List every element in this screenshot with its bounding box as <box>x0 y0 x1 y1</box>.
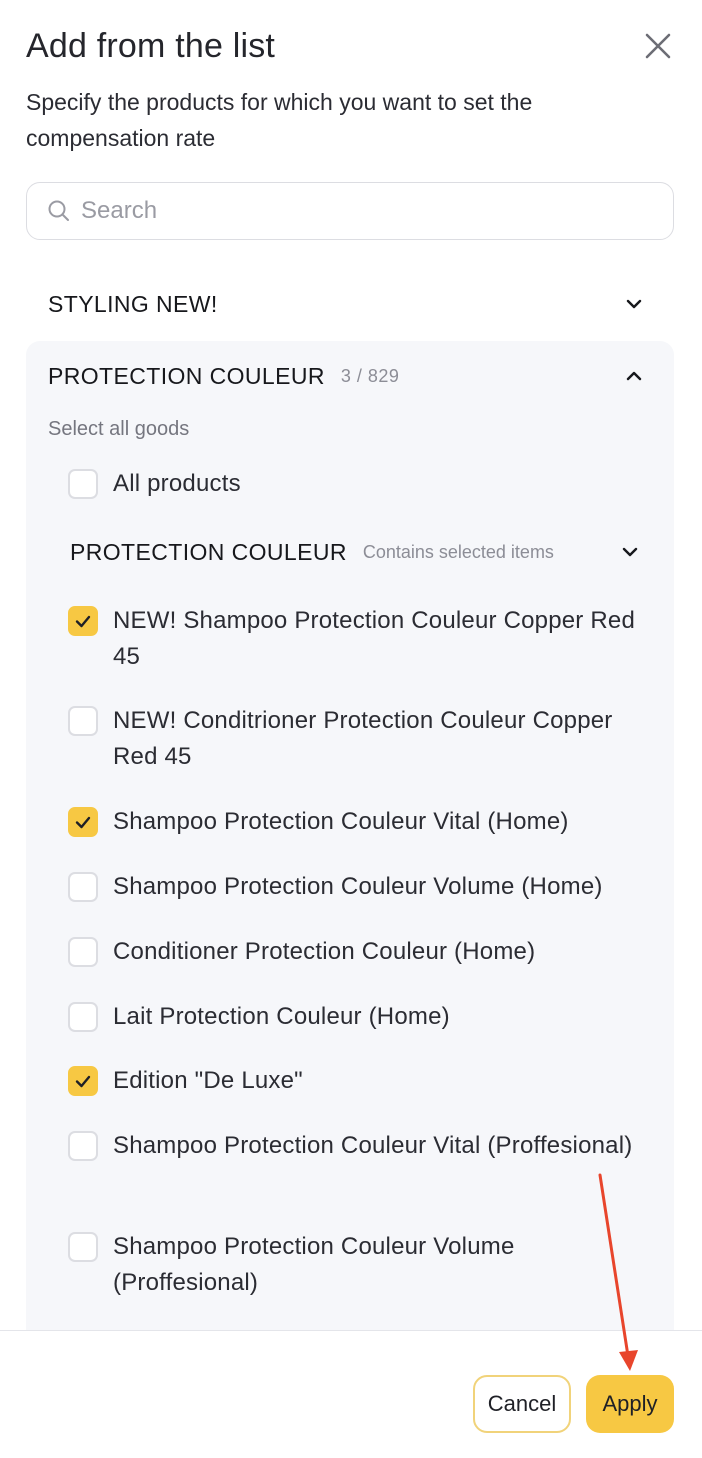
chevron-up-icon <box>626 371 642 381</box>
checkbox[interactable] <box>68 937 98 967</box>
selected-count: 3 / 829 <box>340 365 400 386</box>
checkbox[interactable] <box>68 1066 98 1096</box>
dialog-footer: Cancel Apply <box>0 1330 702 1458</box>
search-field[interactable] <box>26 182 674 240</box>
product-label: Shampoo Protection Couleur Volume (Proff… <box>113 1233 515 1296</box>
group-styling-new[interactable]: STYLING NEW! <box>26 274 674 334</box>
product-label: Shampoo Protection Couleur Vital (Proffe… <box>113 1132 633 1159</box>
product-label: Edition "De Luxe" <box>113 1067 303 1094</box>
chevron-down-icon <box>626 299 642 309</box>
group-protection-couleur[interactable]: PROTECTION COULEUR 3 / 829 <box>26 346 674 406</box>
product-label: Shampoo Protection Couleur Vital (Home) <box>113 808 569 835</box>
product-label: Conditioner Protection Couleur (Home) <box>113 938 536 965</box>
product-label: Lait Protection Couleur (Home) <box>113 1003 450 1030</box>
close-button[interactable] <box>640 28 676 64</box>
product-item[interactable]: Edition "De Luxe" <box>68 1066 658 1099</box>
subgroup-protection-couleur[interactable]: PROTECTION COULEUR Contains selected ite… <box>70 530 660 574</box>
check-icon <box>75 816 91 829</box>
chevron-down-icon <box>622 547 638 557</box>
select-all-label: Select all goods <box>48 418 190 440</box>
subgroup-note: Contains selected items <box>362 541 554 562</box>
product-label: NEW! Conditrioner Protection Couleur Cop… <box>113 707 613 770</box>
product-label: NEW! Shampoo Protection Couleur Copper R… <box>113 607 635 670</box>
dialog-subtitle: Specify the products for which you want … <box>26 89 533 151</box>
product-item[interactable]: Lait Protection Couleur (Home) <box>68 1002 658 1035</box>
subgroup-title: PROTECTION COULEUR <box>70 538 347 565</box>
product-item[interactable]: NEW! Shampoo Protection Couleur Copper R… <box>68 606 658 675</box>
checkbox[interactable] <box>68 807 98 837</box>
check-icon <box>75 1075 91 1088</box>
product-label: Shampoo Protection Couleur Volume (Home) <box>113 873 603 900</box>
checkbox[interactable] <box>68 469 98 499</box>
product-item[interactable]: Shampoo Protection Couleur Volume (Home) <box>68 872 658 905</box>
check-icon <box>75 615 91 628</box>
product-item[interactable]: NEW! Conditrioner Protection Couleur Cop… <box>68 706 658 775</box>
apply-button[interactable]: Apply <box>586 1375 674 1433</box>
product-item[interactable]: Shampoo Protection Couleur Vital (Proffe… <box>68 1131 658 1164</box>
dialog-header: Add from the list Specify the products f… <box>26 24 676 156</box>
checkbox[interactable] <box>68 606 98 636</box>
product-item[interactable]: Shampoo Protection Couleur Vital (Home) <box>68 807 658 840</box>
group-title: PROTECTION COULEUR <box>48 362 325 389</box>
all-products-checkbox-row[interactable]: All products <box>68 469 658 502</box>
checkbox[interactable] <box>68 706 98 736</box>
search-input[interactable] <box>81 197 641 225</box>
checkbox[interactable] <box>68 1131 98 1161</box>
product-item[interactable]: Conditioner Protection Couleur (Home) <box>68 937 658 970</box>
cancel-button[interactable]: Cancel <box>473 1375 571 1433</box>
product-item[interactable]: Shampoo Protection Couleur Volume (Proff… <box>68 1232 658 1301</box>
search-icon <box>48 200 69 221</box>
group-title: STYLING NEW! <box>48 290 218 317</box>
checkbox-label: All products <box>113 470 241 497</box>
checkbox[interactable] <box>68 872 98 902</box>
close-icon <box>645 33 671 59</box>
checkbox[interactable] <box>68 1232 98 1262</box>
checkbox[interactable] <box>68 1002 98 1032</box>
dialog-title: Add from the list <box>26 27 276 65</box>
